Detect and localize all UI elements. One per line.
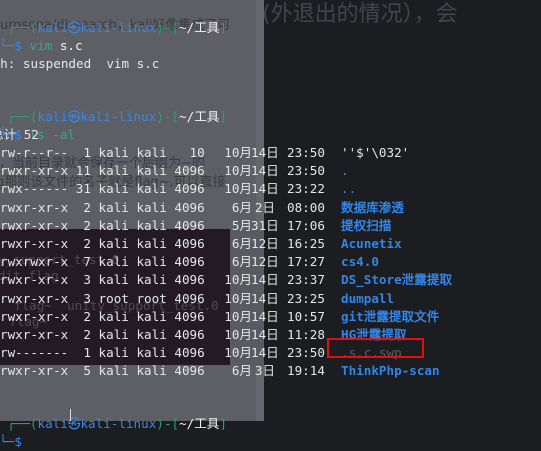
file-name: 数据库渗透	[341, 199, 404, 215]
file-perms-owner-size: drwxr-xr-x 11 kali kali 4096	[0, 163, 205, 179]
file-month: 6月	[231, 254, 252, 270]
file-time: 17:27	[287, 254, 325, 270]
ghost-text: (外退出的情况），会	[262, 2, 458, 27]
file-month: 10月	[224, 327, 252, 342]
prompt-user: kali	[37, 416, 68, 431]
prompt-mid: )-[	[156, 416, 180, 431]
command-line: └─$ vim s.c	[0, 19, 83, 53]
prompt-suffix: ]	[219, 20, 227, 35]
file-day: 14日	[251, 327, 279, 342]
file-time: 19:14	[287, 363, 325, 379]
file-month: 6月	[231, 236, 252, 251]
file-month: 10月	[224, 145, 252, 160]
file-time: 10:57	[287, 308, 325, 324]
prompt-suffix: ]	[219, 109, 227, 124]
file-time: 17:06	[287, 217, 325, 233]
file-name: 提权扫描	[341, 217, 392, 233]
file-name: git泄露提取文件	[341, 308, 440, 324]
prompt-host: kali-linux	[80, 109, 157, 124]
file-month: 10月	[224, 163, 252, 179]
file-name: ''$'\032'	[341, 145, 410, 160]
file-day: 14日	[251, 308, 279, 324]
file-perms-owner-size: drwxr-xr-x 5 kali kali 4096	[0, 363, 205, 379]
file-month: 6月	[231, 199, 252, 215]
file-day: 2日	[254, 199, 275, 215]
file-name: .	[341, 163, 349, 179]
text-cursor	[70, 409, 71, 421]
file-name: ..	[341, 181, 357, 197]
file-name: DS_Store泄露提取	[341, 272, 453, 288]
file-month: 6月	[231, 363, 252, 379]
file-perms-owner-size: drwxr-xr-x 2 kali kali 4096	[0, 199, 205, 215]
prompt-host: kali-linux	[80, 20, 157, 35]
shell-prompt: ┌──(kali㉿kali-linux)-[~/工具]	[0, 1, 227, 35]
file-perms-owner-size: drwx------ 31 kali kali 4096	[0, 181, 205, 197]
file-day: 31日	[251, 217, 279, 233]
file-perms-owner-size: drwxrwxr-x 7 kali kali 4096	[0, 254, 205, 270]
file-month: 10月	[224, 290, 252, 306]
file-month: 5月	[231, 217, 252, 233]
file-perms-owner-size: drwxr-xr-x 2 kali kali 4096	[0, 308, 205, 324]
command-vim: vim	[29, 38, 53, 53]
file-perms-owner-size: drwxr-xr-x 2 kali kali 4096	[0, 327, 205, 342]
file-perms-owner-size: drwxr-xr-x 2 kali kali 4096	[0, 236, 205, 251]
prompt-dollar: └─$	[0, 38, 22, 53]
file-name: Acunetix	[341, 236, 402, 251]
file-name: ThinkPhp-scan	[341, 363, 440, 379]
prompt-suffix: ]	[219, 416, 227, 431]
file-name: cs4.0	[341, 254, 379, 270]
file-time: 23:22	[287, 181, 325, 197]
command-line: └─$ ls -al	[0, 108, 75, 142]
file-day: 12日	[251, 254, 279, 270]
prompt-path: ~/工具	[179, 20, 220, 35]
file-perms-owner-size: -rw------- 1 kali kali 4096	[0, 345, 205, 361]
file-perms-owner-size: drwxr-xr-x 2 kali kali 4096	[0, 217, 205, 233]
file-day: 14日	[251, 181, 279, 197]
file-day: 3日	[254, 363, 275, 379]
file-month: 10月	[224, 272, 252, 288]
file-time: 16:25	[287, 236, 325, 251]
file-time: 23:25	[287, 290, 325, 306]
file-time: 11:28	[287, 327, 325, 342]
total-line: 总计 52	[0, 127, 39, 142]
file-day: 14日	[251, 345, 279, 361]
shell-prompt: ┌──(kali㉿kali-linux)-[~/工具]	[0, 90, 227, 124]
file-day: 12日	[251, 236, 279, 251]
file-day: 14日	[251, 272, 279, 288]
file-name: dumpall	[341, 290, 395, 306]
command-arg: s.c	[52, 38, 83, 53]
file-time: 23:50	[287, 163, 325, 179]
file-month: 10月	[224, 181, 252, 197]
file-time: 23:50	[287, 145, 325, 160]
command-line[interactable]: └─$	[0, 415, 22, 449]
file-day: 14日	[251, 290, 279, 306]
file-time: 08:00	[287, 199, 325, 215]
shell-prompt: ┌──(kali㉿kali-linux)-[~/工具]	[0, 397, 227, 431]
highlight-box	[327, 338, 424, 358]
prompt-dollar: └─$	[0, 434, 22, 449]
file-day: 14日	[251, 163, 279, 179]
prompt-path: ~/工具	[179, 109, 220, 124]
prompt-mid: )-[	[156, 109, 180, 124]
file-month: 10月	[224, 308, 252, 324]
file-perms-owner-size: -rw-r--r-- 1 kali kali 10	[0, 145, 205, 160]
file-month: 10月	[224, 345, 252, 361]
file-time: 23:37	[287, 272, 325, 288]
file-perms-owner-size: drwxr-xr-x 3 root root 4096	[0, 290, 205, 306]
prompt-mid: )-[	[156, 20, 180, 35]
file-day: 14日	[251, 145, 279, 160]
file-perms-owner-size: drwxr-xr-x 3 kali kali 4096	[0, 272, 205, 288]
suspended-message: zsh: suspended vim s.c	[0, 56, 160, 71]
prompt-host: kali-linux	[80, 416, 157, 431]
file-time: 23:50	[287, 345, 325, 361]
prompt-path: ~/工具	[179, 416, 220, 431]
